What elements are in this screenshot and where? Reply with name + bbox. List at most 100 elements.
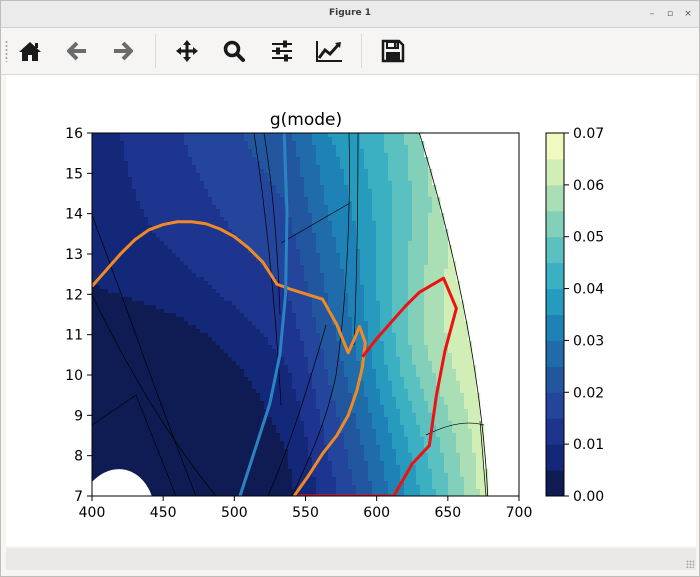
close-button[interactable]: ×: [681, 7, 695, 21]
contour-cell: [144, 301, 149, 306]
contour-cell: [104, 261, 109, 266]
contour-cell: [160, 357, 165, 362]
contour-cell: [244, 273, 249, 278]
contour-cell: [116, 425, 121, 430]
figure-canvas[interactable]: g(mode) 400 450 500 550 600 650 700 7 8 …: [6, 75, 696, 546]
contour-cell: [156, 133, 161, 138]
contour-cell: [228, 389, 233, 394]
contour-cell: [204, 261, 209, 266]
contour-cell: [260, 413, 265, 418]
contour-cell: [216, 425, 221, 430]
contour-cell: [156, 465, 161, 470]
contour-cell: [280, 217, 285, 222]
contour-cell: [116, 377, 121, 382]
contour-cell: [268, 301, 273, 306]
contour-cell: [216, 413, 221, 418]
contour-cell: [156, 165, 161, 170]
toolbar-separator: [361, 34, 362, 68]
contour-cell: [280, 185, 285, 190]
contour-cell: [120, 437, 125, 442]
contour-cell: [164, 173, 169, 178]
contour-cell: [220, 181, 225, 186]
contour-cell: [196, 409, 201, 414]
contour-cell: [208, 245, 213, 250]
contour-cell: [152, 333, 157, 338]
edit-axis-button[interactable]: [314, 36, 344, 66]
contour-cell: [132, 301, 137, 306]
contour-cell: [112, 397, 117, 402]
contour-cell: [220, 325, 225, 330]
contour-cell: [92, 181, 97, 186]
contour-cell: [140, 185, 145, 190]
contour-cell: [148, 473, 153, 478]
contour-cell: [96, 241, 101, 246]
contour-cell: [96, 365, 101, 370]
maximize-button[interactable]: ▫: [663, 7, 677, 21]
contour-cell: [168, 325, 173, 330]
contour-cell: [300, 381, 305, 386]
zoom-button[interactable]: [219, 36, 249, 66]
contour-cell: [260, 229, 265, 234]
contour-cell: [200, 261, 205, 266]
contour-cell: [272, 193, 277, 198]
contour-cell: [196, 229, 201, 234]
contour-cell: [204, 365, 209, 370]
toolbar-grip[interactable]: [5, 40, 8, 62]
contour-cell: [300, 417, 305, 422]
contour-cell: [268, 437, 273, 442]
contour-cell: [212, 149, 217, 154]
contour-cell: [96, 237, 101, 242]
contour-cell: [268, 417, 273, 422]
contour-cell: [292, 249, 297, 254]
contour-cell: [244, 409, 249, 414]
contour-cell: [140, 433, 145, 438]
contour-cell: [100, 325, 105, 330]
contour-cell: [104, 241, 109, 246]
contour-cell: [216, 373, 221, 378]
contour-cell: [264, 385, 269, 390]
contour-cell: [204, 425, 209, 430]
contour-cell: [148, 257, 153, 262]
back-button[interactable]: [62, 36, 92, 66]
contour-cell: [304, 337, 309, 342]
contour-cell: [196, 329, 201, 334]
contour-cell: [272, 257, 277, 262]
contour-cell: [204, 217, 209, 222]
save-button[interactable]: [378, 36, 408, 66]
contour-cell: [160, 217, 165, 222]
contour-cell: [172, 377, 177, 382]
contour-cell: [236, 277, 241, 282]
contour-cell: [144, 409, 149, 414]
contour-cell: [296, 153, 301, 158]
contour-cell: [172, 461, 177, 466]
contour-cell: [196, 433, 201, 438]
contour-cell: [252, 285, 257, 290]
home-button[interactable]: [15, 36, 45, 66]
contour-cell: [184, 245, 189, 250]
contour-cell: [280, 445, 285, 450]
contour-cell: [100, 369, 105, 374]
contour-cell: [268, 197, 273, 202]
contour-cell: [240, 257, 245, 262]
contour-cell: [148, 149, 153, 154]
pan-button[interactable]: [172, 36, 202, 66]
forward-button[interactable]: [108, 36, 138, 66]
contour-cell: [212, 485, 217, 490]
contour-cell: [244, 357, 249, 362]
contour-cell: [112, 165, 117, 170]
contour-cell: [196, 173, 201, 178]
contour-cell: [160, 149, 165, 154]
contour-cell: [300, 321, 305, 326]
configure-subplots-button[interactable]: [267, 36, 297, 66]
contour-cell: [168, 469, 173, 474]
contour-cell: [308, 221, 313, 226]
contour-cell: [240, 161, 245, 166]
contour-cell: [276, 225, 281, 230]
contour-cell: [296, 469, 301, 474]
contour-cell: [212, 205, 217, 210]
contour-cell: [208, 205, 213, 210]
contour-cell: [148, 185, 153, 190]
contour-cell: [180, 197, 185, 202]
contour-cell: [280, 261, 285, 266]
minimize-button[interactable]: –: [645, 7, 659, 21]
